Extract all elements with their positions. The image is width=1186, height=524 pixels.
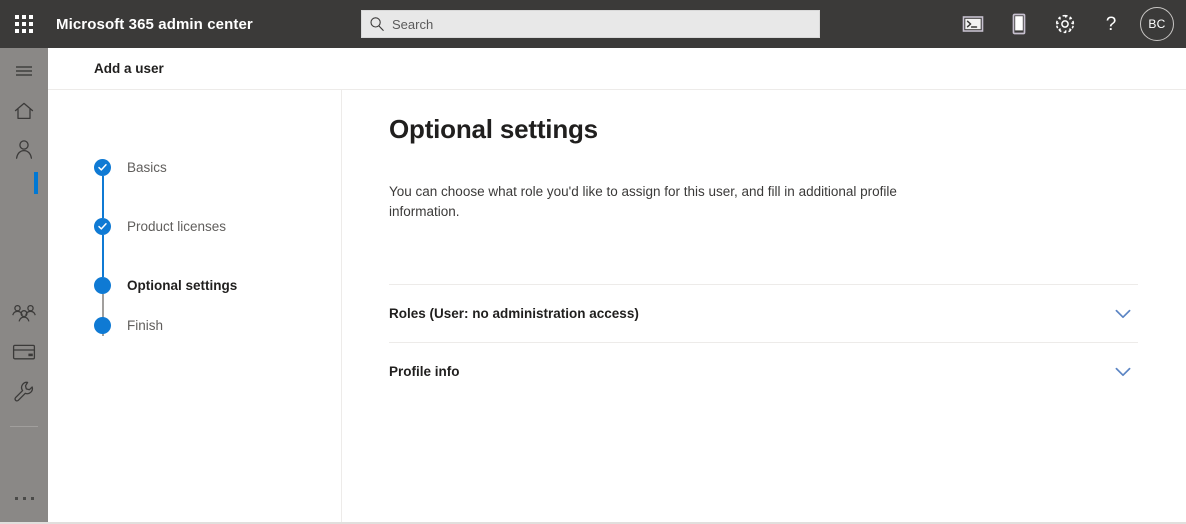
users-icon[interactable] [0,130,48,168]
content-description: You can choose what role you'd like to a… [389,184,897,219]
accordion-row-roles[interactable]: Roles (User: no administration access) [389,284,1138,342]
accordion-label: Profile info [389,364,460,379]
left-nav-rail [0,48,48,522]
teams-icon[interactable] [0,294,48,332]
search-icon [362,11,392,37]
rail-divider [10,426,38,427]
search-box[interactable] [361,10,820,38]
page-header: Add a user [48,48,1186,90]
main-content: Optional settings You can choose what ro… [343,90,1186,522]
step-marker-current [94,277,111,336]
step-label: Optional settings [127,278,238,293]
wizard-steps: Basics Product licenses Optional setting… [94,138,238,336]
app-launcher-button[interactable] [0,0,48,48]
step-label: Product licenses [127,219,227,234]
avatar[interactable]: BC [1140,7,1174,41]
step-marker-upcoming [94,316,111,334]
brand-title: Microsoft 365 admin center [56,15,253,33]
wizard-step-product-licenses[interactable]: Product licenses [94,197,237,277]
page-title: Add a user [94,61,164,76]
suite-bar: Microsoft 365 admin center Search ? BC [0,0,1186,48]
step-marker-complete [94,218,111,277]
wrench-icon[interactable] [0,372,48,410]
step-marker-complete [94,159,111,218]
step-connector [102,176,104,218]
suite-actions: ? BC [950,0,1178,48]
step-label: Finish [127,317,164,333]
wizard-step-basics[interactable]: Basics [94,138,237,218]
step-label: Basics [127,160,167,175]
console-icon[interactable] [950,0,996,48]
step-connector [102,235,104,277]
chevron-down-icon[interactable] [1112,303,1134,325]
wizard-step-finish[interactable]: Finish [94,315,237,335]
wizard-panel: Basics Product licenses Optional setting… [48,90,342,522]
search-input[interactable] [392,12,792,36]
settings-accordion: Roles (User: no administration access) P… [389,284,1138,400]
svg-text:?: ? [1106,14,1117,35]
accordion-row-profile-info[interactable]: Profile info [389,342,1138,400]
active-nav-indicator [34,172,38,194]
billing-icon[interactable] [0,333,48,371]
more-nav-icon[interactable] [0,486,48,510]
mobile-icon[interactable] [996,0,1042,48]
accordion-label: Roles (User: no administration access) [389,306,639,321]
chevron-down-icon[interactable] [1112,361,1134,383]
home-icon[interactable] [0,92,48,130]
wizard-step-optional-settings[interactable]: Optional settings [94,256,238,336]
hamburger-icon[interactable] [0,52,48,90]
admin-center-window: Microsoft 365 admin center Search ? BC A… [0,0,1186,524]
gear-icon[interactable] [1042,0,1088,48]
content-heading: Optional settings [389,114,598,144]
help-icon[interactable]: ? [1088,0,1134,48]
waffle-icon [15,15,33,33]
